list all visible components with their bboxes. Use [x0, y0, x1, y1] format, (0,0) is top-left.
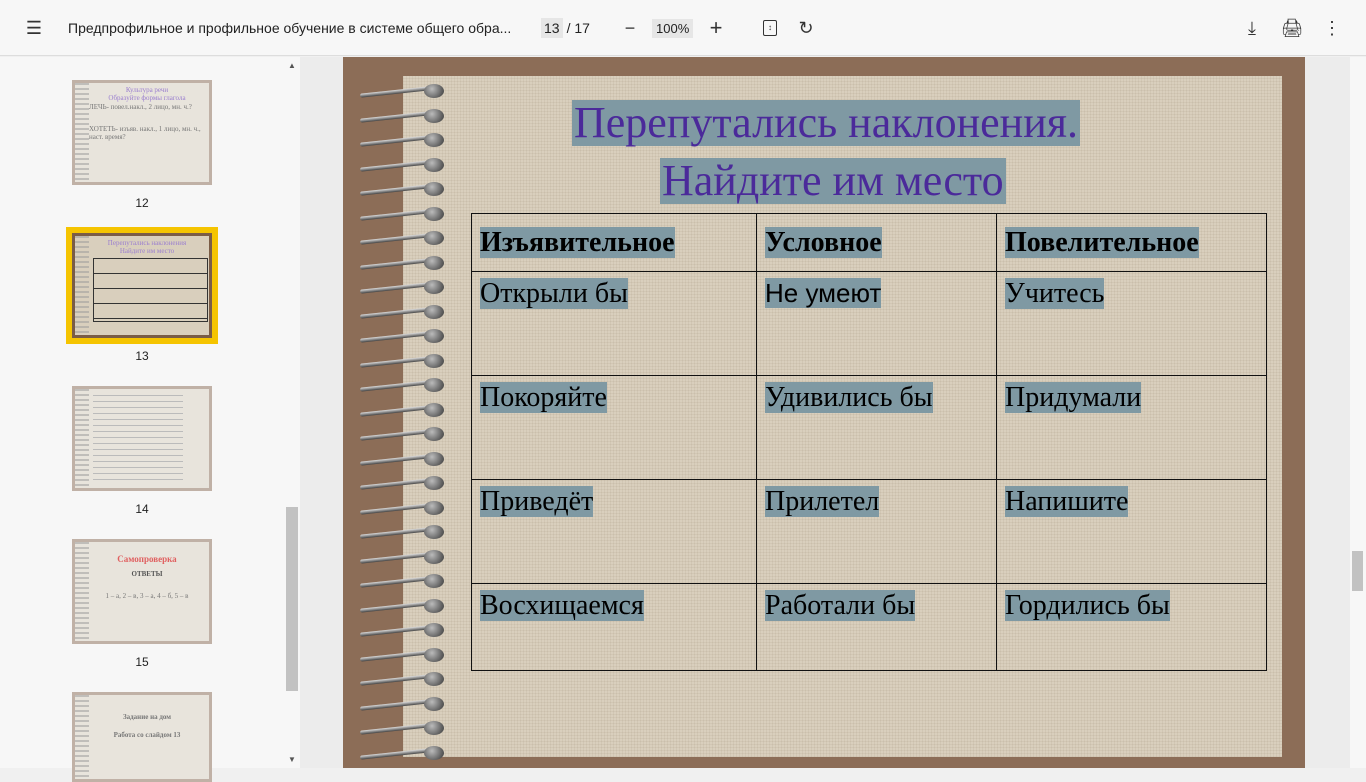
thumbnail-page-16[interactable]: Задание на дом Работа со слайдом 13: [72, 692, 212, 782]
spiral-ring-icon: [360, 672, 446, 686]
thumbnail-page-15[interactable]: Самопроверка ОТВЕТЫ 1 – а, 2 – в, 3 – а,…: [72, 539, 212, 644]
table-cell: Не умеют: [756, 271, 997, 376]
zoom-level[interactable]: 100%: [652, 18, 694, 38]
thumbnail-label: 12: [135, 196, 149, 210]
header-cell: Изъявительное: [471, 213, 757, 272]
table-cell: Покоряйте: [471, 375, 757, 480]
spiral-ring-icon: [360, 476, 446, 490]
spiral-ring-icon: [360, 598, 446, 613]
spiral-ring-icon: [360, 500, 446, 515]
spiral-ring-icon: [360, 84, 446, 98]
thumb-text: 1 – а, 2 – в, 3 – а, 4 – б, 5 – в: [105, 592, 189, 600]
sidebar-scrollbar-thumb[interactable]: [286, 507, 298, 691]
thumbnail-label: 15: [135, 655, 149, 669]
rotate-icon[interactable]: ↻: [794, 16, 818, 40]
page-number-input[interactable]: 13: [541, 18, 563, 38]
table-cell: Восхищаемся: [471, 583, 757, 671]
thumb-text: Задание на дом: [122, 713, 172, 721]
table-cell: Работали бы: [756, 583, 997, 671]
thumb-text-lines: [93, 395, 183, 483]
spiral-ring-icon: [360, 721, 446, 735]
spiral-ring-icon: [360, 280, 446, 294]
thumb-text: Образуйте формы глагола: [108, 94, 186, 102]
document-title: Предпрофильное и профильное обучение в с…: [68, 20, 512, 36]
thumb-text: Перепутались наклонения: [107, 239, 187, 247]
table-cell: Напишите: [996, 479, 1267, 584]
header-cell: Повелительное: [996, 213, 1267, 272]
thumb-text: Самопроверка: [117, 554, 177, 564]
thumb-text: Культура речи: [125, 86, 169, 94]
table-cell: Гордились бы: [996, 583, 1267, 671]
print-icon[interactable]: 🖨: [1280, 16, 1304, 40]
thumb-text: ХОТЕТЬ- изъяв. накл., 1 лицо, мн. ч., на…: [89, 125, 201, 141]
spiral-ring-icon: [360, 304, 446, 319]
spiral-ring-icon: [360, 353, 446, 368]
thumbnail-page-14[interactable]: [72, 386, 212, 491]
spiral-ring-icon: [360, 182, 446, 196]
moods-table: Изъявительное Условное Повелительное Откры…: [471, 213, 1267, 671]
header-cell: Условное: [756, 213, 997, 272]
thumbnail-label: 14: [135, 502, 149, 516]
table-cell: Приведёт: [471, 479, 757, 584]
spiral-ring-icon: [360, 329, 446, 343]
download-icon[interactable]: ⤓: [1240, 16, 1264, 40]
spiral-ring-icon: [360, 427, 446, 441]
spiral-ring-icon: [360, 378, 446, 392]
slide-title-line2: Найдите им место: [660, 156, 1006, 205]
spiral-ring-icon: [360, 231, 446, 245]
zoom-in-button[interactable]: +: [704, 15, 728, 40]
thumb-text: ОТВЕТЫ: [131, 570, 163, 578]
thumb-text: Найдите им место: [119, 247, 175, 255]
spiral-ring-icon: [360, 549, 446, 564]
table-cell: Открыли бы: [471, 271, 757, 376]
spiral-ring-icon: [360, 108, 446, 123]
toolbar: ☰ Предпрофильное и профильное обучение в…: [0, 0, 1366, 56]
spiral-ring-icon: [360, 402, 446, 417]
thumb-text: ЛЕЧЬ- повел.накл., 2 лицо, мн. ч.?: [89, 103, 192, 111]
table-cell: Придумали: [996, 375, 1267, 480]
fit-page-icon[interactable]: ↕: [758, 16, 782, 40]
spiral-ring-icon: [360, 255, 446, 270]
spiral-ring-icon: [360, 525, 446, 539]
table-cell: Удивились бы: [756, 375, 997, 480]
zoom-out-button[interactable]: −: [618, 16, 642, 40]
spiral-ring-icon: [360, 157, 446, 172]
thumbnail-page-12[interactable]: Культура речи Образуйте формы глагола ЛЕ…: [72, 80, 212, 185]
more-options-icon[interactable]: ⋮: [1320, 16, 1344, 40]
thumbnail-page-13[interactable]: Перепутались наклонения Найдите им место: [72, 233, 212, 338]
spiral-ring-icon: [360, 745, 446, 760]
spiral-ring-icon: [360, 451, 446, 466]
spiral-ring-icon: [360, 696, 446, 711]
spiral-ring-icon: [360, 574, 446, 588]
table-cell: Прилетел: [756, 479, 997, 584]
slide-title-line1: Перепутались наклонения.: [572, 98, 1080, 147]
main-scrollbar[interactable]: [1350, 57, 1366, 768]
main-scrollbar-thumb[interactable]: [1352, 551, 1363, 591]
thumbnail-label: 13: [135, 349, 149, 363]
thumb-text: Работа со слайдом 13: [113, 731, 181, 739]
spiral-ring-icon: [360, 206, 446, 221]
thumb-table: [93, 258, 208, 322]
table-cell: Учитесь: [996, 271, 1267, 376]
spiral-ring-icon: [360, 133, 446, 147]
menu-icon[interactable]: ☰: [22, 16, 46, 40]
page-total: / 17: [566, 20, 590, 36]
spiral-ring-icon: [360, 647, 446, 662]
spiral-ring-icon: [360, 623, 446, 637]
